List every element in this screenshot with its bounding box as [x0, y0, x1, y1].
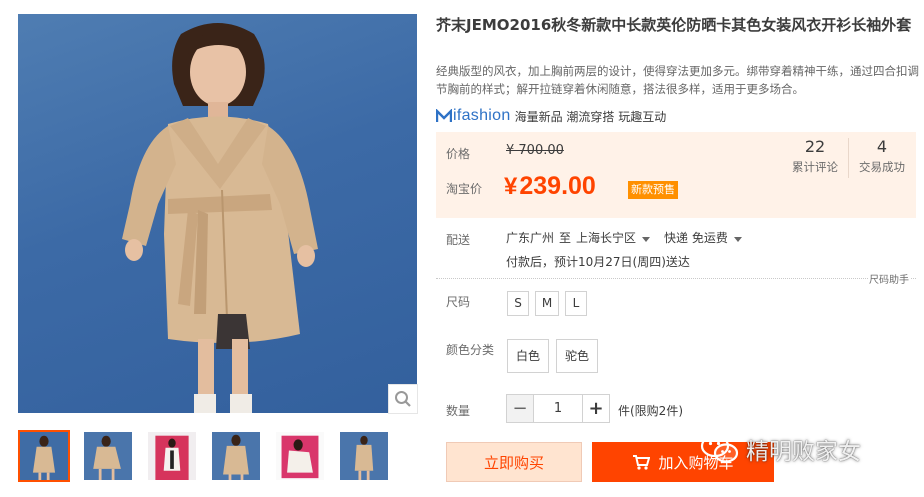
- quantity-input[interactable]: 1: [533, 395, 583, 422]
- delivery-estimate: 付款后，预计10月27日(周四)送达: [506, 255, 690, 269]
- product-subtitle: 经典版型的风衣，加上胸前两层的设计，使得穿法更加多元。绑带穿着精神干练，通过四合…: [436, 64, 919, 96]
- thumbnail-4[interactable]: [210, 430, 262, 482]
- product-title: 芥末JEMO2016秋冬新款中长款英伦防晒卡其色女装风衣开衫长袖外套: [436, 16, 912, 34]
- ifashion-logo: ifashion: [436, 107, 511, 125]
- review-count[interactable]: 22 累计评论: [783, 137, 847, 175]
- color-option-camel[interactable]: 驼色: [556, 339, 598, 373]
- thumbnail-2[interactable]: [82, 430, 134, 482]
- sales-count[interactable]: 4 交易成功: [850, 137, 914, 175]
- quantity-label: 数量: [446, 404, 471, 418]
- quantity-increase-button[interactable]: +: [583, 395, 609, 422]
- promo-badge: 新款预售: [628, 181, 678, 199]
- ship-to-word: 至: [559, 231, 572, 245]
- sales-count-label: 交易成功: [859, 160, 905, 174]
- original-price-label: 价格: [446, 147, 471, 161]
- magnifier-icon: [395, 391, 411, 407]
- shipping-line: 广东广州 至 上海长宁区 快递 免运费: [506, 229, 750, 246]
- ship-to-selector[interactable]: 上海长宁区: [576, 229, 658, 246]
- thumbnail-strip: [18, 430, 418, 482]
- section-divider: [436, 278, 916, 279]
- thumbnail-3[interactable]: [146, 430, 198, 482]
- size-option-s[interactable]: S: [507, 291, 529, 316]
- current-price-value: 239.00: [519, 172, 596, 200]
- ifashion-mark-icon: [436, 109, 452, 122]
- thumbnail-5[interactable]: [274, 430, 326, 482]
- original-price: ¥ 700.00: [506, 143, 564, 158]
- ifashion-tagline: 海量新品 潮流穿搭 玩趣互动: [514, 109, 667, 124]
- chevron-down-icon: [733, 237, 742, 242]
- thumbnail-6[interactable]: [338, 430, 390, 482]
- size-helper-link[interactable]: 尺码助手: [868, 271, 910, 286]
- chevron-down-icon: [642, 237, 651, 242]
- size-option-m[interactable]: M: [535, 291, 559, 316]
- current-price: ¥239.00: [504, 172, 596, 201]
- ship-method-selector[interactable]: 快递 免运费: [664, 229, 750, 246]
- quantity-stepper: − 1 +: [506, 394, 610, 423]
- color-label: 颜色分类: [446, 343, 495, 357]
- quantity-decrease-button[interactable]: −: [507, 395, 533, 422]
- size-option-l[interactable]: L: [565, 291, 587, 316]
- size-label: 尺码: [446, 295, 471, 309]
- current-price-label: 淘宝价: [446, 182, 483, 196]
- review-count-value: 22: [804, 137, 826, 156]
- wechat-watermark: 精明败家女: [700, 432, 861, 466]
- currency-symbol: ¥: [504, 173, 518, 200]
- watermark-text: 精明败家女: [746, 439, 861, 465]
- thumbnail-1[interactable]: [18, 430, 70, 482]
- ship-method: 快递 免运费: [664, 231, 728, 245]
- sales-count-value: 4: [876, 137, 888, 156]
- main-product-image[interactable]: [18, 14, 417, 413]
- ship-from: 广东广州: [506, 231, 555, 245]
- buy-now-label: 立即购买: [483, 453, 544, 472]
- ifashion-banner[interactable]: ifashion 海量新品 潮流穿搭 玩趣互动: [436, 106, 666, 126]
- shipping-label: 配送: [446, 233, 471, 247]
- ship-to: 上海长宁区: [576, 231, 637, 245]
- purchase-limit: 件(限购2件): [618, 404, 683, 418]
- stat-divider: [848, 138, 849, 178]
- price-panel: 价格 ¥ 700.00 淘宝价 ¥239.00 新款预售 22 累计评论 4 交…: [436, 132, 916, 218]
- cart-icon: [633, 455, 651, 470]
- buy-now-button[interactable]: 立即购买: [446, 442, 582, 482]
- review-count-label: 累计评论: [792, 160, 838, 174]
- color-option-white[interactable]: 白色: [507, 339, 549, 373]
- zoom-button[interactable]: [388, 384, 418, 414]
- product-photo-model: [122, 23, 318, 413]
- wechat-icon: [700, 434, 739, 463]
